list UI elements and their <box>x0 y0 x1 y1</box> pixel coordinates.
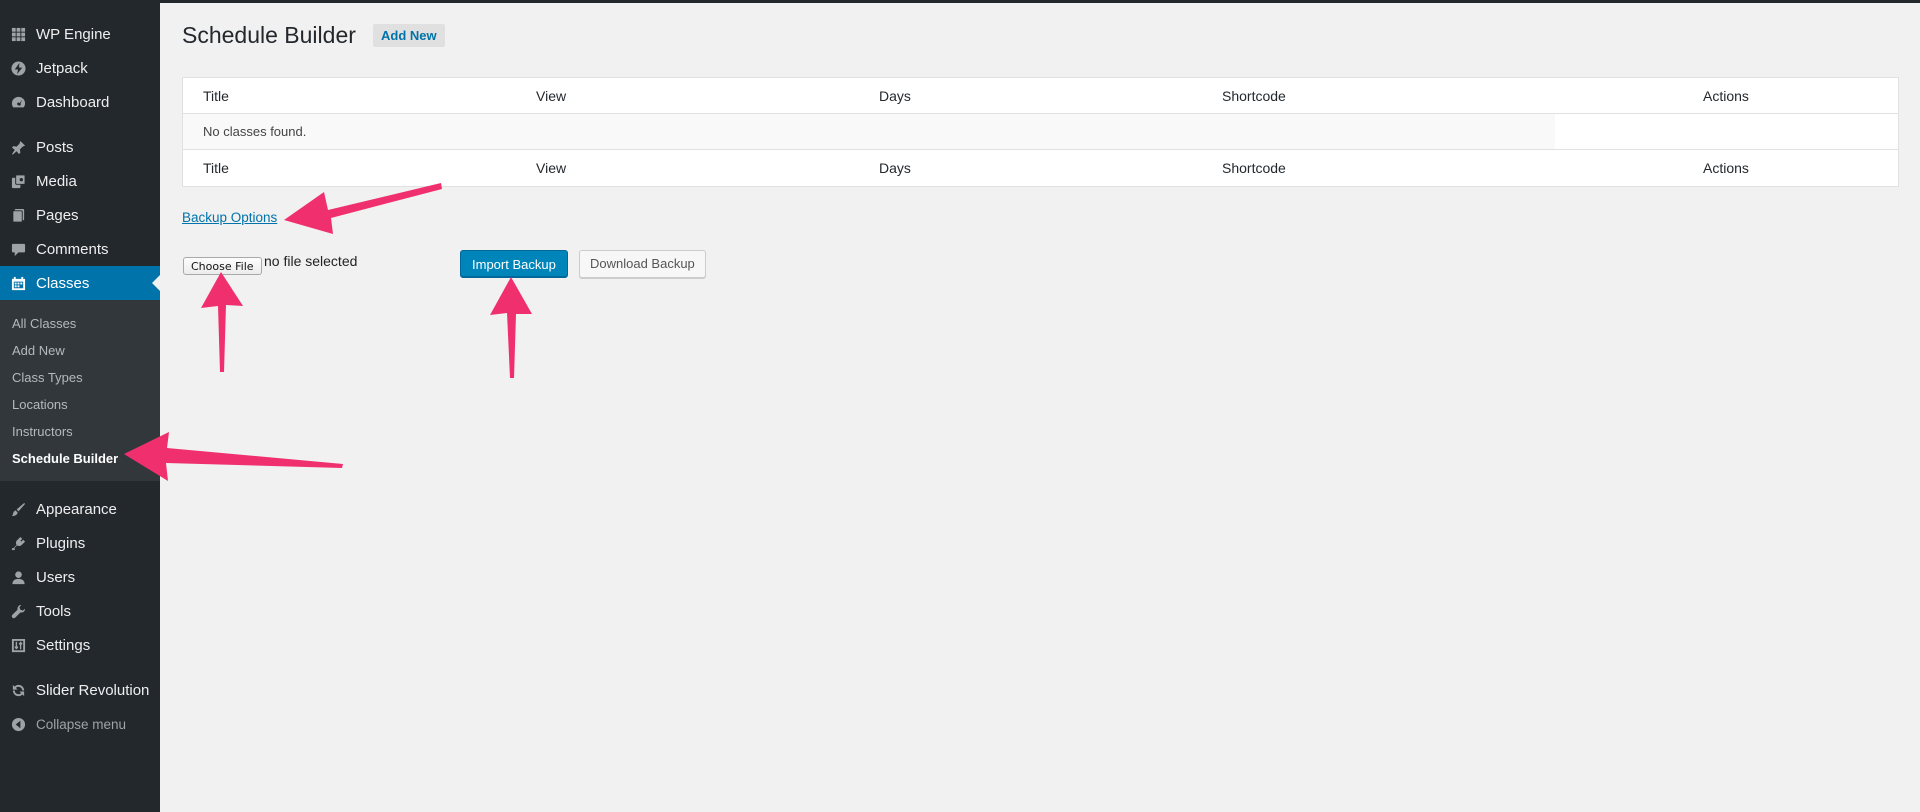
user-icon <box>0 570 36 585</box>
sidebar-item-label: Settings <box>36 636 91 654</box>
sidebar-item-wp-engine[interactable]: WP Engine <box>0 17 160 51</box>
column-header-actions[interactable]: Actions <box>1703 78 1749 114</box>
sidebar-item-label: Comments <box>36 240 109 258</box>
sidebar-item-label: Posts <box>36 138 74 156</box>
pages-icon <box>0 208 36 223</box>
submenu-item-locations[interactable]: Locations <box>0 391 160 418</box>
sidebar-item-users[interactable]: Users <box>0 560 160 594</box>
sidebar-item-label: Jetpack <box>36 59 88 77</box>
column-header-shortcode[interactable]: Shortcode <box>1222 78 1286 114</box>
column-header-view[interactable]: View <box>536 78 566 114</box>
annotation-arrow-import-backup <box>490 277 532 378</box>
table-row-empty: No classes found. <box>183 114 1898 150</box>
pin-icon <box>0 140 36 155</box>
classes-submenu: All Classes Add New Class Types Location… <box>0 300 160 481</box>
sidebar-item-plugins[interactable]: Plugins <box>0 526 160 560</box>
sidebar-item-label: Appearance <box>36 500 117 518</box>
sidebar-item-dashboard[interactable]: Dashboard <box>0 85 160 119</box>
sidebar-item-comments[interactable]: Comments <box>0 232 160 266</box>
sidebar-item-posts[interactable]: Posts <box>0 130 160 164</box>
column-footer-shortcode[interactable]: Shortcode <box>1222 150 1286 186</box>
submenu-item-schedule-builder[interactable]: Schedule Builder <box>0 445 160 472</box>
sidebar-item-label: Media <box>36 172 77 190</box>
column-header-days[interactable]: Days <box>879 78 911 114</box>
table-header-row: Title View Days Shortcode Actions <box>183 78 1898 114</box>
comment-icon <box>0 242 36 257</box>
submenu-item-add-new[interactable]: Add New <box>0 337 160 364</box>
collapse-menu-label: Collapse menu <box>36 716 127 732</box>
sidebar-item-label: Tools <box>36 602 72 620</box>
sidebar-item-settings[interactable]: Settings <box>0 628 160 662</box>
grid-icon <box>0 27 36 42</box>
choose-file-button[interactable]: Choose File <box>183 257 262 275</box>
sidebar-item-label: Classes <box>36 274 90 292</box>
sliders-icon <box>0 638 36 653</box>
plug-icon <box>0 536 36 551</box>
sidebar-item-label: Slider Revolution <box>36 681 150 699</box>
submenu-item-instructors[interactable]: Instructors <box>0 418 160 445</box>
column-footer-view[interactable]: View <box>536 150 566 186</box>
sidebar-item-tools[interactable]: Tools <box>0 594 160 628</box>
file-status-text: no file selected <box>264 253 358 269</box>
empty-table-message: No classes found. <box>203 124 307 139</box>
column-footer-days[interactable]: Days <box>879 150 911 186</box>
calendar-icon <box>0 276 36 291</box>
column-header-title[interactable]: Title <box>203 78 229 114</box>
submenu-item-all-classes[interactable]: All Classes <box>0 310 160 337</box>
brush-icon <box>0 502 36 517</box>
collapse-arrow-icon <box>0 717 36 732</box>
sidebar-item-label: Pages <box>36 206 79 224</box>
sidebar-item-appearance[interactable]: Appearance <box>0 492 160 526</box>
dashboard-icon <box>0 95 36 110</box>
import-backup-button[interactable]: Import Backup <box>460 250 568 278</box>
refresh-icon <box>0 683 36 698</box>
column-footer-actions[interactable]: Actions <box>1703 150 1749 186</box>
admin-sidebar: WP Engine Jetpack Dashboard Posts Media … <box>0 0 160 812</box>
classes-table: Title View Days Shortcode Actions No cla… <box>182 77 1899 187</box>
sidebar-item-slider-revolution[interactable]: Slider Revolution <box>0 673 160 707</box>
sidebar-item-pages[interactable]: Pages <box>0 198 160 232</box>
sidebar-item-label: Plugins <box>36 534 86 552</box>
sidebar-item-label: Dashboard <box>36 93 110 111</box>
column-footer-title[interactable]: Title <box>203 150 229 186</box>
sidebar-item-label: WP Engine <box>36 25 111 43</box>
sidebar-item-classes[interactable]: Classes <box>0 266 160 300</box>
backup-options-link[interactable]: Backup Options <box>182 210 277 225</box>
page-title: Schedule Builder <box>182 22 356 48</box>
sidebar-item-jetpack[interactable]: Jetpack <box>0 51 160 85</box>
bolt-icon <box>0 60 36 76</box>
annotation-arrow-backup-options <box>284 183 442 234</box>
top-edge-bar <box>0 0 1920 3</box>
media-icon <box>0 173 36 189</box>
collapse-menu-button[interactable]: Collapse menu <box>0 707 160 741</box>
wrench-icon <box>0 604 36 619</box>
sidebar-item-label: Users <box>36 568 76 586</box>
add-new-button[interactable]: Add New <box>373 24 445 47</box>
submenu-item-class-types[interactable]: Class Types <box>0 364 160 391</box>
download-backup-button[interactable]: Download Backup <box>579 250 706 278</box>
sidebar-item-media[interactable]: Media <box>0 164 160 198</box>
annotation-arrow-choose-file <box>201 272 243 372</box>
table-footer-row: Title View Days Shortcode Actions <box>183 150 1898 186</box>
